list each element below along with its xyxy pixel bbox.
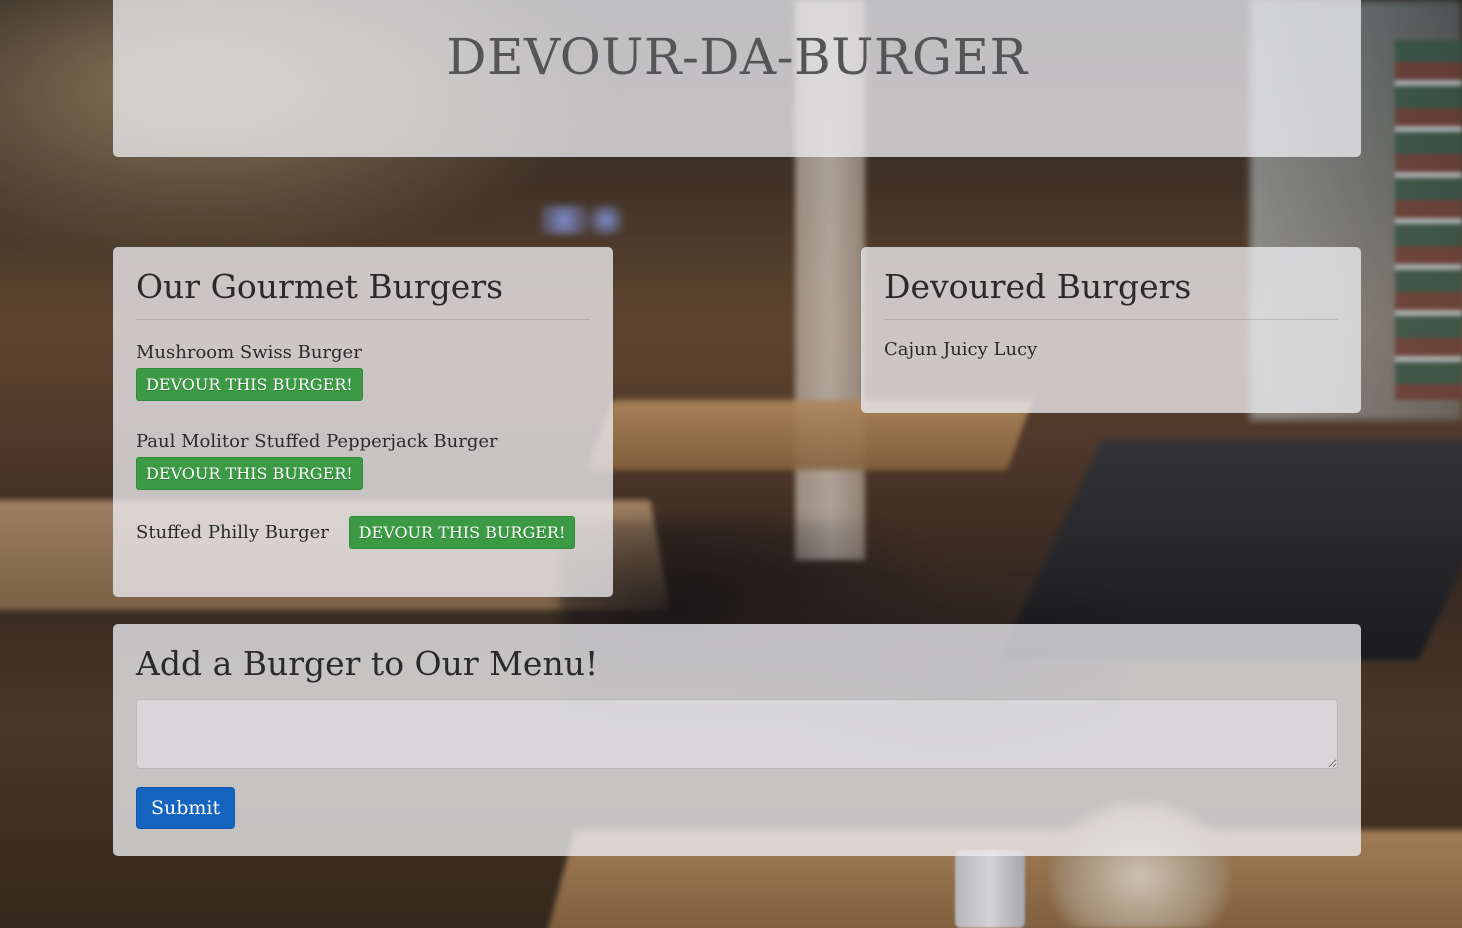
devour-button[interactable]: DEVOUR THIS BURGER! [348,516,576,549]
submit-button[interactable]: Submit [136,787,236,829]
add-burger-panel: Add a Burger to Our Menu! Submit [113,624,1361,856]
burger-name: Stuffed Philly Burger [136,521,329,543]
devoured-burgers-title: Devoured Burgers [884,267,1338,320]
devoured-burger-item: Cajun Juicy Lucy [884,339,1038,360]
devour-button[interactable]: DEVOUR THIS BURGER! [136,368,363,401]
add-burger-title: Add a Burger to Our Menu! [136,644,599,683]
burger-name: Paul Molitor Stuffed Pepperjack Burger [136,431,498,452]
list-item: Paul Molitor Stuffed Pepperjack Burger D… [136,427,590,490]
gourmet-burger-list: Mushroom Swiss Burger DEVOUR THIS BURGER… [136,338,590,549]
page-title: DEVOUR-DA-BURGER [446,28,1028,86]
devour-button[interactable]: DEVOUR THIS BURGER! [136,457,363,490]
header-jumbotron: DEVOUR-DA-BURGER [113,0,1361,157]
gourmet-burgers-panel: Our Gourmet Burgers Mushroom Swiss Burge… [113,247,613,597]
gourmet-burgers-title: Our Gourmet Burgers [136,267,590,320]
list-item: Stuffed Philly Burger DEVOUR THIS BURGER… [136,516,590,549]
list-item: Mushroom Swiss Burger DEVOUR THIS BURGER… [136,338,590,401]
burger-name-input[interactable] [136,699,1338,769]
devoured-burgers-panel: Devoured Burgers Cajun Juicy Lucy [861,247,1361,413]
burger-name: Mushroom Swiss Burger [136,342,362,363]
